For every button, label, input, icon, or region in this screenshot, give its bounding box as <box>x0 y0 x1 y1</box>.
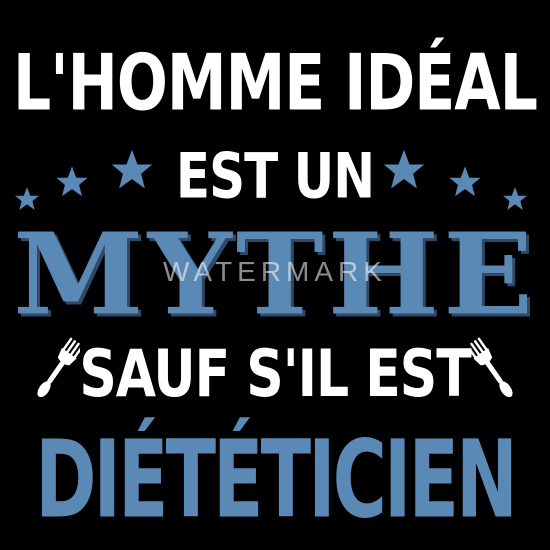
watermark: WATERMARK <box>163 256 387 287</box>
tshirt-design: L'HOMME IDÉAL EST UN MYTHE WATERMARK SAU… <box>0 0 550 550</box>
headline-line-2: EST UN <box>175 140 375 213</box>
headline-line-4: SAUF S'IL EST <box>79 337 471 412</box>
headline-line-1: L'HOMME IDÉAL <box>13 38 538 129</box>
headline-dieteticien: DIÉTÉTICIEN <box>35 418 518 543</box>
